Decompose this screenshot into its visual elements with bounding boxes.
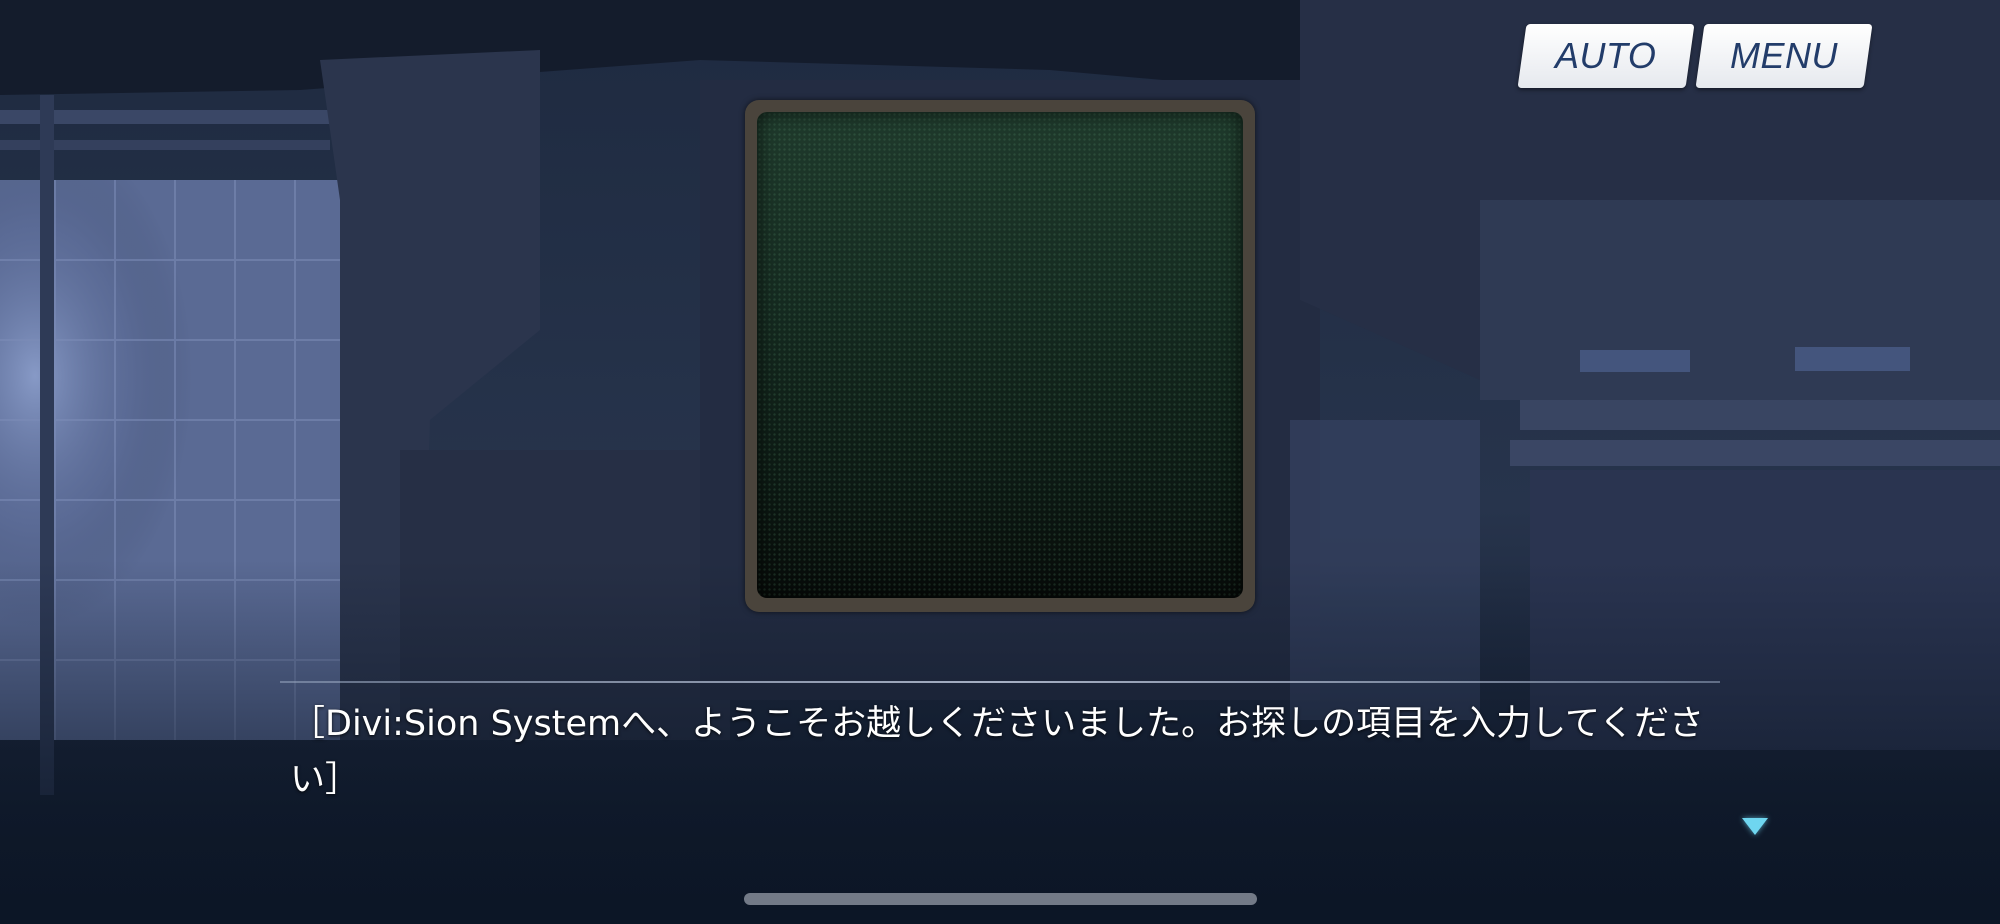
terminal-screen [757, 112, 1243, 598]
menu-button[interactable]: MENU [1695, 24, 1873, 88]
home-indicator[interactable] [744, 893, 1257, 905]
game-scene[interactable]: AUTO MENU ［Divi:Sion Systemへ、ようこそお越しください… [0, 0, 2000, 924]
auto-button-label: AUTO [1555, 35, 1657, 76]
terminal-panel [745, 100, 1255, 612]
triangle-down-icon[interactable] [1742, 818, 1768, 835]
dialogue-text: ［Divi:Sion Systemへ、ようこそお越しくださいました。お探しの項目… [290, 704, 1704, 800]
menu-button-label: MENU [1730, 35, 1838, 76]
auto-button[interactable]: AUTO [1517, 24, 1695, 88]
dialogue-divider [280, 681, 1720, 683]
